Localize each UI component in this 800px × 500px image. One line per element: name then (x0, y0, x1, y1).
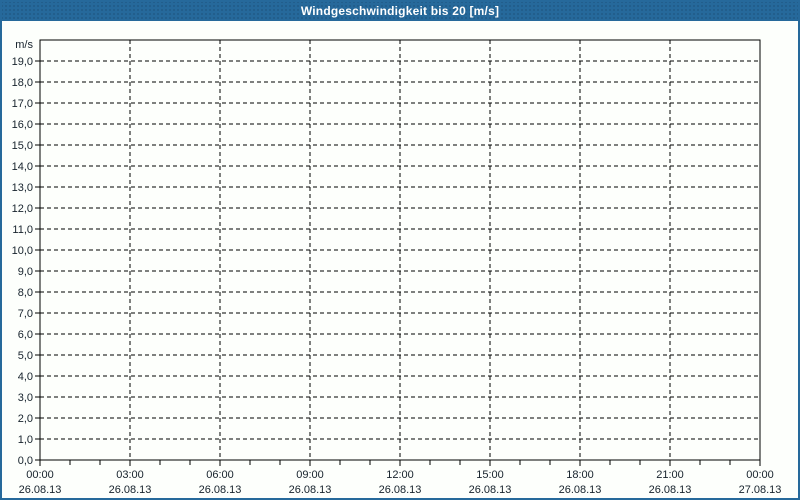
x-time-label: 21:00 (656, 469, 684, 481)
y-tick-label: 5,0 (18, 350, 33, 362)
y-tick-label: 18,0 (12, 77, 33, 89)
x-date-label: 26.08.13 (109, 484, 152, 496)
chart-title: Windgeschwindigkeit bis 20 [m/s] (300, 3, 500, 18)
y-tick-label: 1,0 (18, 434, 33, 446)
y-tick-label: 14,0 (12, 161, 33, 173)
y-tick-label: 11,0 (12, 224, 33, 236)
x-date-label: 26.08.13 (559, 484, 602, 496)
x-date-label: 27.08.13 (739, 484, 782, 496)
y-tick-label: 2,0 (18, 413, 33, 425)
y-tick-label: 4,0 (18, 371, 33, 383)
y-tick-label: 13,0 (12, 182, 33, 194)
x-time-label: 03:00 (116, 469, 144, 481)
y-tick-label: 6,0 (18, 329, 33, 341)
y-axis-unit-label: m/s (15, 39, 33, 51)
x-date-label: 26.08.13 (289, 484, 332, 496)
x-time-label: 00:00 (26, 469, 54, 481)
y-tick-label: 17,0 (12, 98, 33, 110)
wind-speed-chart: 0,0 1,0 2,0 3,0 4,0 5,0 6,0 7,0 8,0 9,0 10,0 11,0 12… (12, 39, 782, 496)
y-tick-label: 8,0 (18, 287, 33, 299)
chart-window: Windgeschwindigkeit bis 20 [m/s] 0,0 1,0 2… (0, 0, 800, 500)
x-time-label: 00:00 (746, 469, 774, 481)
chart-title-bar: Windgeschwindigkeit bis 20 [m/s] (0, 0, 800, 21)
x-time-label: 09:00 (296, 469, 324, 481)
x-time-label: 12:00 (386, 469, 414, 481)
y-tick-label: 16,0 (12, 119, 33, 131)
x-date-label: 26.08.13 (649, 484, 692, 496)
y-tick-label: 3,0 (18, 392, 33, 404)
x-date-label: 26.08.13 (199, 484, 242, 496)
y-tick-label: 0,0 (18, 455, 33, 467)
x-date-label: 26.08.13 (19, 484, 62, 496)
x-time-label: 06:00 (206, 469, 234, 481)
x-time-label: 15:00 (476, 469, 504, 481)
y-tick-label: 10,0 (12, 245, 33, 257)
x-time-label: 18:00 (566, 469, 594, 481)
x-date-label: 26.08.13 (469, 484, 512, 496)
y-tick-label: 7,0 (18, 308, 33, 320)
y-tick-label: 12,0 (12, 203, 33, 215)
y-tick-label: 19,0 (12, 56, 33, 68)
y-tick-label: 15,0 (12, 140, 33, 152)
y-tick-label: 9,0 (18, 266, 33, 278)
x-date-label: 26.08.13 (379, 484, 422, 496)
